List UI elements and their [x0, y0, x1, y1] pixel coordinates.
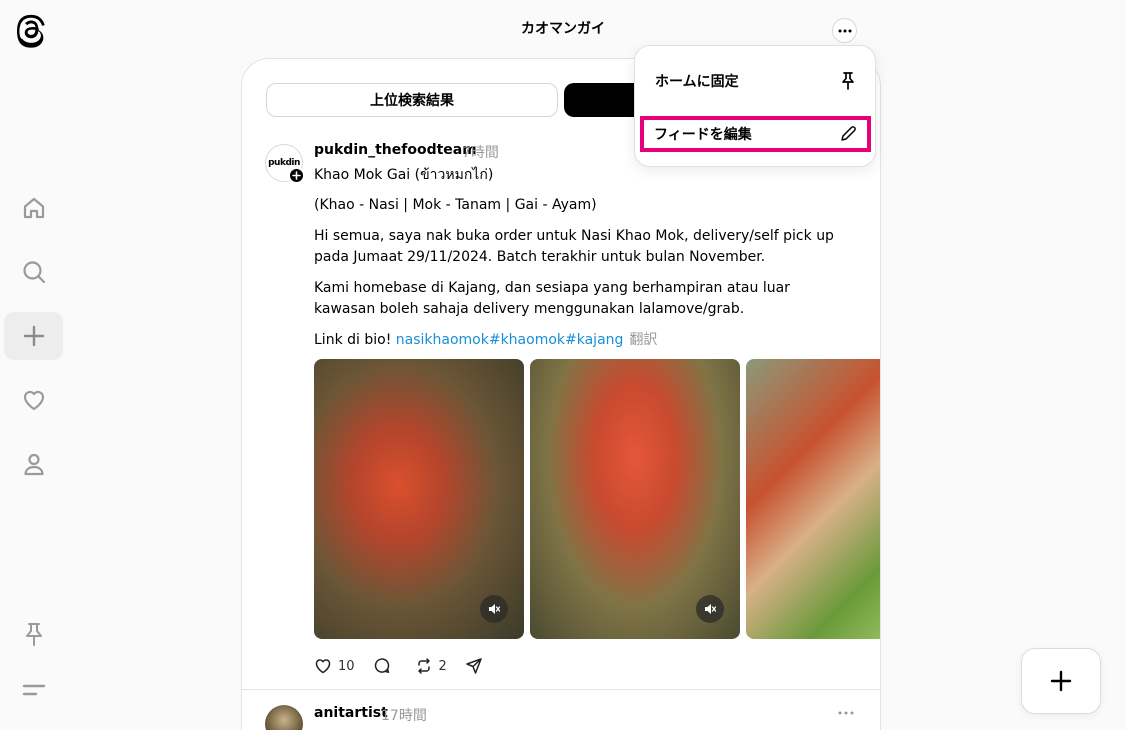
nav-create[interactable] [4, 312, 63, 360]
more-button[interactable] [832, 18, 857, 43]
more-icon [838, 711, 854, 715]
menu-item-edit-feed[interactable]: フィードを編集 [640, 116, 871, 152]
mute-icon [703, 602, 717, 616]
avatar[interactable] [265, 705, 303, 730]
feed-options-menu: ホームに固定 フィードを編集 [634, 45, 876, 167]
nav-activity[interactable] [4, 376, 63, 424]
nav-search[interactable] [4, 248, 63, 296]
post-username[interactable]: pukdin_thefoodteam [314, 142, 477, 158]
post-line: Kami homebase di Kajang, dan sesiapa yan… [314, 280, 790, 317]
send-icon [465, 657, 489, 675]
mute-button[interactable] [696, 595, 724, 623]
repost-icon [415, 657, 439, 675]
post-text: Khao Mok Gai (ข้าวหมกไก่) (Khao - Nasi |… [314, 165, 854, 361]
plus-icon [292, 171, 301, 180]
repost-button[interactable]: 2 [415, 657, 447, 675]
post-actions: 10 2 [314, 655, 507, 677]
video-thumbnail[interactable] [314, 359, 524, 639]
pin-icon [22, 621, 46, 647]
nav-menu[interactable] [4, 666, 63, 714]
nav-home[interactable] [4, 184, 63, 232]
heart-icon [21, 387, 47, 413]
media-carousel[interactable] [314, 359, 880, 639]
post-more-button[interactable] [838, 711, 854, 715]
follow-button[interactable] [288, 167, 305, 184]
nav-pin[interactable] [4, 610, 63, 658]
post-time: 17時間 [381, 708, 427, 724]
pin-icon [839, 71, 857, 91]
mute-button[interactable] [480, 595, 508, 623]
post-time: 7時間 [462, 145, 499, 161]
new-post-button[interactable] [1021, 648, 1101, 714]
search-icon [21, 259, 47, 285]
post-link-line: Link di bio! nasikhaomok#khaomok#kajang 翻… [314, 330, 854, 351]
share-button[interactable] [465, 657, 489, 675]
image-thumbnail[interactable] [746, 359, 880, 639]
menu-item-label: ホームに固定 [655, 74, 739, 90]
menu-item-label: フィードを編集 [654, 127, 752, 143]
post-line: (Khao - Nasi | Mok - Tanam | Gai - Ayam) [314, 197, 597, 213]
reply-button[interactable] [373, 657, 397, 675]
page-title: カオマンガイ [521, 21, 605, 37]
like-button[interactable]: 10 [314, 657, 355, 675]
pencil-icon [839, 125, 857, 143]
plus-icon [22, 324, 46, 348]
menu-lines-icon [21, 680, 47, 700]
post-username[interactable]: anitartist [314, 705, 388, 721]
mute-icon [487, 602, 501, 616]
nav-profile[interactable] [4, 440, 63, 488]
like-count: 10 [338, 658, 355, 674]
more-icon [838, 29, 852, 33]
repost-count: 2 [438, 658, 447, 674]
link-prefix: Link di bio! [314, 332, 396, 348]
home-icon [21, 195, 47, 221]
tab-top-results[interactable]: 上位検索結果 [266, 83, 558, 117]
divider [242, 689, 880, 690]
post-line: Hi semua, saya nak buka order untuk Nasi… [314, 228, 834, 265]
plus-icon [1050, 670, 1072, 692]
video-thumbnail[interactable] [530, 359, 740, 639]
translate-link[interactable]: 翻訳 [629, 332, 657, 348]
heart-icon [314, 657, 338, 675]
hashtag-links[interactable]: nasikhaomok#khaomok#kajang [396, 332, 624, 348]
menu-item-pin-home[interactable]: ホームに固定 [643, 60, 869, 102]
post-line: Khao Mok Gai (ข้าวหมกไก่) [314, 167, 494, 183]
person-icon [21, 451, 47, 477]
comment-icon [373, 657, 397, 675]
